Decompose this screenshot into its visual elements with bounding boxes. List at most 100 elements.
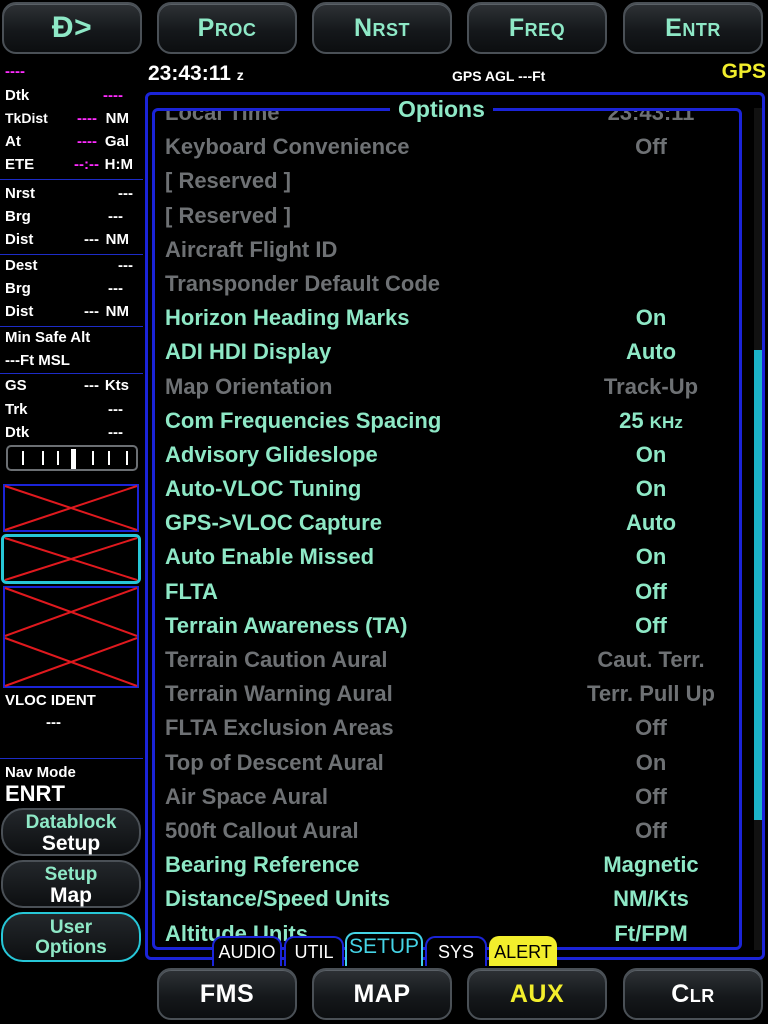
options-title: Options: [390, 96, 493, 124]
scrollbar-thumb[interactable]: [754, 350, 762, 820]
clock: 23:43:11 z: [148, 62, 244, 86]
option-label: Terrain Warning Aural: [165, 681, 393, 707]
option-value: Caut. Terr.: [535, 647, 739, 673]
option-label: Terrain Awareness (TA): [165, 612, 408, 638]
map-button[interactable]: MAP: [312, 968, 452, 1020]
option-value-text: Caut. Terr.: [597, 647, 705, 672]
cdi-tick: [22, 451, 24, 465]
datablock-panel: ---- Dtk ---- TkDist ---- NM At ---- Gal…: [0, 58, 145, 964]
gs-value: ---: [84, 377, 99, 394]
tab-setup[interactable]: SETUP: [345, 932, 423, 966]
options-list[interactable]: Local Time 23:43:11 Keyboard Convenience Of…: [152, 108, 742, 950]
proc-button[interactable]: Proc: [157, 2, 297, 54]
failed-indicator-box[interactable]: [3, 586, 139, 688]
option-value[interactable]: NM/Kts: [535, 886, 739, 912]
vloc-ident-label: VLOC IDENT: [5, 692, 96, 709]
direct-to-button[interactable]: Đ>: [2, 2, 142, 54]
tab-alert[interactable]: ALERT: [489, 936, 557, 966]
gps-agl-readout: GPS AGL ---Ft: [452, 68, 546, 84]
option-row[interactable]: Terrain Awareness (TA) Off: [155, 609, 739, 643]
option-label: Distance/Speed Units: [165, 886, 390, 912]
trk-value: ---: [108, 401, 123, 418]
failed-x-icon: [3, 484, 139, 532]
gs-label: GS: [5, 377, 27, 394]
entr-button[interactable]: Entr: [623, 2, 763, 54]
option-value: 23:43:11: [535, 108, 739, 126]
tab-util[interactable]: UTIL: [284, 936, 344, 966]
user-options-button[interactable]: User Options: [1, 912, 141, 962]
option-value-text: On: [635, 476, 667, 502]
ete-value: --:--: [74, 156, 99, 173]
dtk-value: ----: [103, 87, 123, 104]
option-label: Map Orientation: [165, 373, 333, 399]
option-row[interactable]: Com Frequencies Spacing 25 KHz: [155, 404, 739, 438]
option-row: Top of Descent Aural On: [155, 746, 739, 780]
dest-dist-value: ---: [84, 303, 99, 320]
fms-button[interactable]: FMS: [157, 968, 297, 1020]
option-value[interactable]: On: [535, 442, 739, 468]
nrst-brg-label: Brg: [5, 208, 31, 225]
option-label: Bearing Reference: [165, 852, 360, 878]
failed-indicator-box-selected[interactable]: [1, 534, 141, 584]
option-label: Auto-VLOC Tuning: [165, 476, 362, 502]
nrst-button[interactable]: Nrst: [312, 2, 452, 54]
nav-mode-value: ENRT: [5, 781, 65, 806]
option-row[interactable]: Auto-VLOC Tuning On: [155, 472, 739, 506]
option-value[interactable]: On: [535, 476, 739, 502]
option-label: Advisory Glideslope: [165, 441, 378, 467]
option-row[interactable]: Advisory Glideslope On: [155, 438, 739, 472]
button-line1: Setup: [44, 864, 98, 885]
msa-label: Min Safe Alt: [5, 329, 91, 346]
nrst-dist-value: ---: [84, 231, 99, 248]
nrst-label: Nrst: [5, 185, 36, 202]
tab-sys[interactable]: SYS: [425, 936, 487, 966]
cdi-needle: [71, 449, 76, 469]
gs-unit: Kts: [104, 377, 129, 394]
option-row[interactable]: Distance/Speed Units NM/Kts: [155, 882, 739, 916]
divider: [0, 326, 143, 327]
option-row[interactable]: Bearing Reference Magnetic: [155, 848, 739, 882]
option-label: Terrain Caution Aural: [165, 647, 388, 672]
nav-source-indicator: GPS: [721, 60, 766, 83]
option-row[interactable]: ADI HDI Display Auto: [155, 335, 739, 369]
button-line2: Map: [50, 883, 92, 907]
button-line2: Options: [35, 936, 107, 958]
option-value[interactable]: Magnetic: [535, 852, 739, 878]
dest-dist-label: Dist: [5, 303, 34, 320]
option-row[interactable]: Horizon Heading Marks On: [155, 301, 739, 335]
direct-to-icon: Đ>: [51, 11, 93, 44]
option-value[interactable]: Off: [535, 613, 739, 639]
option-label: FLTA: [165, 578, 218, 604]
option-value[interactable]: On: [535, 305, 739, 331]
failed-x-icon: [1, 534, 141, 584]
option-value[interactable]: Auto: [535, 339, 739, 365]
failed-indicator-box[interactable]: [3, 484, 139, 532]
option-row[interactable]: GPS->VLOC Capture Auto: [155, 506, 739, 540]
option-label: Auto Enable Missed: [165, 544, 375, 570]
option-value[interactable]: Off: [535, 579, 739, 605]
option-row: Keyboard Convenience Off: [155, 130, 739, 164]
option-value[interactable]: On: [535, 544, 739, 570]
cdi-tick: [42, 451, 44, 465]
option-value-text: 25: [619, 407, 644, 433]
dest-label: Dest: [5, 257, 38, 274]
freq-button[interactable]: Freq: [467, 2, 607, 54]
option-row[interactable]: FLTA Off: [155, 575, 739, 609]
option-value[interactable]: Ft/FPM: [535, 921, 739, 947]
option-label: [ Reserved ]: [165, 168, 291, 194]
tab-audio[interactable]: AUDIO: [212, 936, 282, 966]
clr-button[interactable]: Clr: [623, 968, 763, 1020]
option-value[interactable]: Auto: [535, 510, 739, 536]
cdi-scale: [6, 445, 138, 471]
dtk2-label: Dtk: [5, 424, 30, 441]
option-row[interactable]: Auto Enable Missed On: [155, 540, 739, 574]
setup-map-button[interactable]: Setup Map: [1, 860, 141, 908]
datablock-setup-button[interactable]: Datablock Setup: [1, 808, 141, 856]
aux-button[interactable]: AUX: [467, 968, 607, 1020]
dest-brg-label: Brg: [5, 280, 31, 297]
option-value-text: 23:43:11: [607, 108, 695, 125]
option-value[interactable]: 25 KHz: [535, 407, 739, 434]
dest-brg-value: ---: [108, 280, 123, 297]
option-value-text: Auto: [625, 339, 677, 365]
option-value-text: Off: [635, 783, 667, 809]
